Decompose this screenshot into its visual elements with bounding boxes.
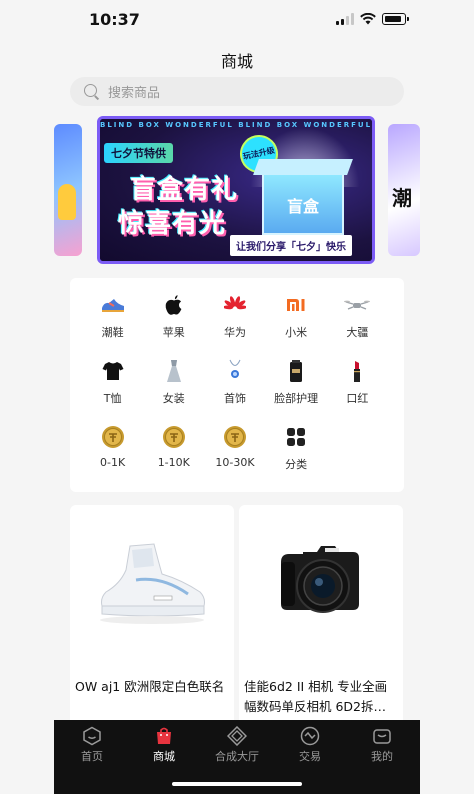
grid-icon (283, 424, 309, 450)
category-item-jewelry[interactable]: 首饰 (204, 358, 265, 424)
shopping-bag-icon (154, 726, 174, 746)
tab-profile[interactable]: 我的 (352, 726, 412, 764)
category-item-tshirt[interactable]: T恤 (82, 358, 143, 424)
xiaomi-logo-icon (283, 292, 309, 318)
category-label: 小米 (285, 326, 308, 339)
product-card[interactable]: 佳能6d2 II 相机 专业全画幅数码单反相机 6D2拆… (239, 505, 403, 725)
category-item-womens-clothing[interactable]: 女装 (143, 358, 204, 424)
wifi-icon (360, 13, 376, 25)
category-label: 口红 (346, 392, 369, 405)
tab-label: 商城 (153, 750, 175, 763)
banner-carousel[interactable]: BLIND BOX WONDERFUL BLIND BOX WONDERFUL … (54, 116, 420, 264)
banner-title-line2: 惊喜有光 (118, 209, 227, 239)
tab-label: 我的 (371, 750, 393, 763)
battery-icon (382, 13, 409, 25)
home-icon (82, 726, 102, 746)
category-label: T恤 (103, 392, 122, 405)
tab-mall[interactable]: 商城 (134, 726, 194, 764)
home-indicator (172, 782, 302, 786)
tab-label: 首页 (81, 750, 103, 763)
banner-next-slide[interactable]: 潮 (388, 124, 420, 256)
next-slide-glyph-image: 潮 (392, 186, 412, 210)
product-title: 佳能6d2 II 相机 专业全画幅数码单反相机 6D2拆… (244, 679, 388, 714)
tab-label: 合成大厅 (215, 750, 259, 763)
apple-logo-icon (161, 292, 187, 318)
category-label: 1-10K (157, 456, 190, 469)
huawei-logo-icon (222, 292, 248, 318)
product-card[interactable]: OW aj1 欧洲限定白色联名 (70, 505, 234, 725)
status-icons (336, 13, 409, 25)
category-label: 苹果 (162, 326, 185, 339)
status-bar: 10:37 (0, 0, 474, 40)
sneaker-icon (100, 292, 126, 318)
status-time: 10:37 (89, 10, 140, 29)
search-bar[interactable]: 搜索商品 (70, 77, 404, 106)
category-label: 脸部护理 (274, 392, 319, 405)
tab-label: 交易 (299, 750, 321, 763)
gift-box-icon: 盲盒 (262, 173, 344, 235)
category-item-price-10-30k[interactable]: 10-30K (204, 424, 265, 490)
banner-prev-slide[interactable] (54, 124, 82, 256)
banner-tag: 七夕节特供 (104, 143, 173, 163)
category-item-apple[interactable]: 苹果 (143, 292, 204, 358)
search-placeholder: 搜索商品 (108, 86, 161, 101)
cellular-signal-icon (336, 13, 354, 25)
coin-icon (161, 424, 187, 450)
category-card: 潮鞋 苹果 华为 小米 大疆 T恤 女装 首饰 脸部护理 口红 0-1K 1-1… (70, 278, 404, 492)
category-item-huawei[interactable]: 华为 (204, 292, 265, 358)
drone-icon (344, 292, 371, 318)
tab-home[interactable]: 首页 (62, 726, 122, 764)
camera-image (239, 505, 403, 665)
category-item-xiaomi[interactable]: 小米 (266, 292, 327, 358)
coin-icon (100, 424, 126, 450)
category-item-price-1-10k[interactable]: 1-10K (143, 424, 204, 490)
category-label: 潮鞋 (101, 326, 124, 339)
category-label: 女装 (162, 392, 185, 405)
banner-slogan: 让我们分享「七夕」快乐 (230, 235, 352, 256)
tshirt-icon (100, 358, 126, 384)
profile-icon (372, 726, 392, 746)
dress-icon (161, 358, 187, 384)
page-title: 商城 (220, 52, 253, 71)
category-item-dji[interactable]: 大疆 (327, 292, 388, 358)
category-label: 大疆 (346, 326, 369, 339)
category-label: 首饰 (223, 392, 246, 405)
coin-icon (222, 424, 248, 450)
category-item-face-care[interactable]: 脸部护理 (266, 358, 327, 424)
category-item-all[interactable]: 分类 (266, 424, 327, 490)
tab-synthesis-hall[interactable]: 合成大厅 (207, 726, 267, 764)
skincare-icon (283, 358, 309, 384)
gift-box-label: 盲盒 (286, 197, 319, 216)
search-icon (84, 83, 100, 100)
necklace-icon (222, 358, 248, 384)
category-label: 分类 (285, 458, 308, 471)
category-item-sneakers[interactable]: 潮鞋 (82, 292, 143, 358)
diamond-icon (227, 726, 247, 746)
product-title: OW aj1 欧洲限定白色联名 (75, 679, 225, 694)
category-label: 0-1K (100, 456, 126, 469)
category-grid: 潮鞋 苹果 华为 小米 大疆 T恤 女装 首饰 脸部护理 口红 0-1K 1-1… (82, 292, 388, 490)
category-label: 10-30K (215, 456, 255, 469)
cartoon-figure-image (58, 184, 76, 220)
banner-title-line1: 盲盒有礼 (130, 175, 239, 205)
sneaker-image (70, 505, 234, 665)
lipstick-icon (344, 358, 370, 384)
category-item-price-0-1k[interactable]: 0-1K (82, 424, 143, 490)
exchange-icon (300, 726, 320, 746)
tab-trade[interactable]: 交易 (280, 726, 340, 764)
category-item-lipstick[interactable]: 口红 (327, 358, 388, 424)
category-label: 华为 (223, 326, 246, 339)
banner-slide-qixi[interactable]: BLIND BOX WONDERFUL BLIND BOX WONDERFUL … (97, 116, 375, 264)
